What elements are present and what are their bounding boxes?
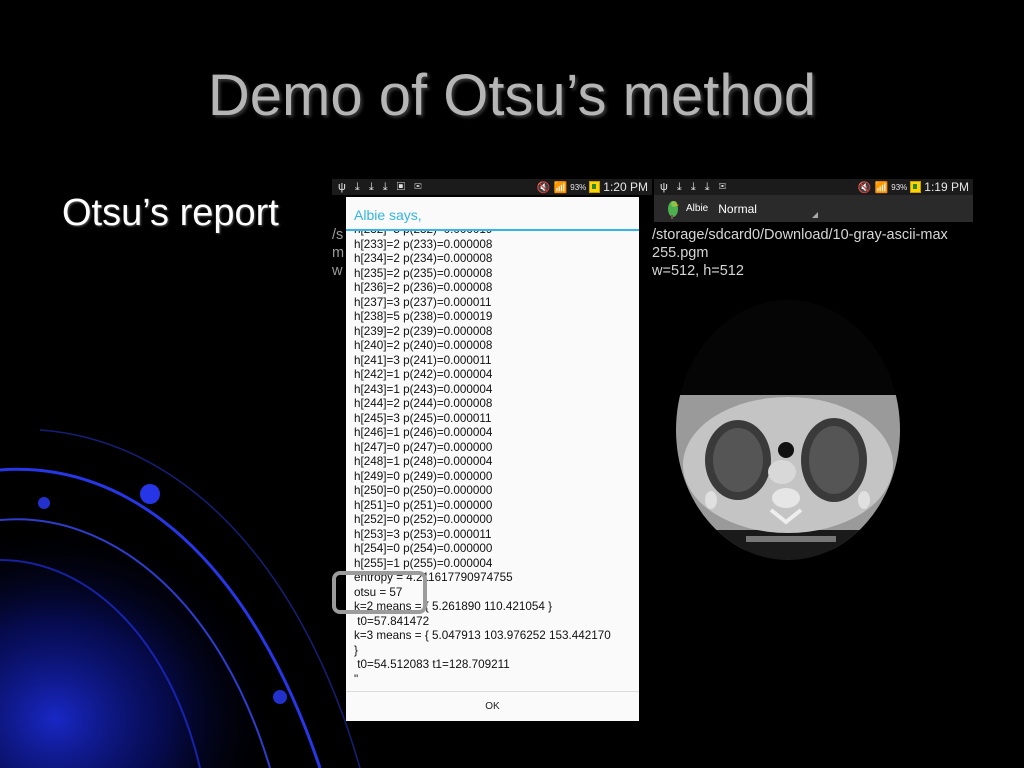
ok-button[interactable]: OK [346,691,639,721]
ct-scan-image [676,300,900,560]
battery-percent: 93% [891,182,908,192]
battery-percent: 93% [570,182,587,192]
left-status-bar: ψ ⤓ ⤓ ⤓ ▣ ✉ 🔇 📶 93% 1:20 PM [332,179,652,195]
wifi-icon: 📶 [874,181,889,194]
image-info: /storage/sdcard0/Download/10-gray-ascii-… [652,226,972,280]
parrot-logo-icon[interactable] [664,199,682,219]
notification-icons: ψ ⤓ ⤓ ⤓ ✉ [660,180,730,193]
spinner-arrow-icon [812,212,818,218]
slide-title: Demo of Otsu’s method [207,63,817,128]
histogram-log: h[232]=5 p(232)=0.000019 h[233]=2 p(233)… [354,231,611,686]
app-action-bar: Albie Normal [654,195,973,222]
mute-icon: 🔇 [857,181,872,194]
albie-dialog: Albie says, h[232]=5 p(232)=0.000019 h[2… [346,197,639,721]
battery-icon [910,181,922,193]
wifi-icon: 📶 [553,181,568,194]
image-dimensions: w=512, h=512 [652,263,744,279]
dialog-scroll-body[interactable]: h[232]=5 p(232)=0.000019 h[233]=2 p(233)… [346,231,639,691]
otsu-highlight-box [332,571,427,614]
status-time: 1:20 PM [603,180,648,194]
dialog-title: Albie says, [346,197,639,231]
right-status-bar: ψ ⤓ ⤓ ⤓ ✉ 🔇 📶 93% 1:19 PM [654,179,973,195]
notification-icons: ψ ⤓ ⤓ ⤓ ▣ ✉ [338,180,425,193]
bullet-text: Otsu’s report [62,192,279,234]
battery-icon [589,181,601,193]
mode-spinner[interactable]: Normal [718,202,757,216]
mute-icon: 🔇 [536,181,551,194]
app-name: Albie [686,203,709,214]
file-path: /storage/sdcard0/Download/10-gray-ascii-… [652,227,948,261]
status-time: 1:19 PM [924,180,969,194]
